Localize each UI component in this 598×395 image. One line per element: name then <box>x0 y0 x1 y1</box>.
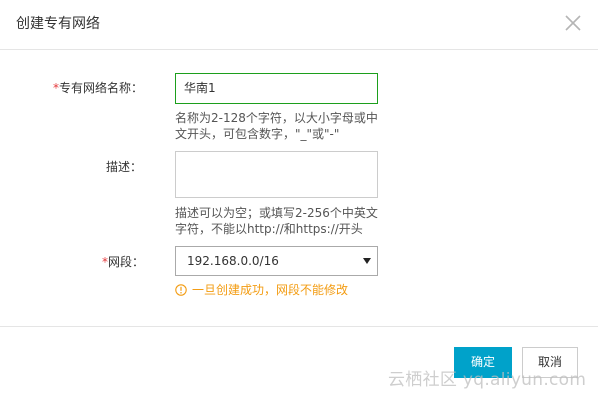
vpc-name-input[interactable]: 华南1 <box>175 73 378 104</box>
segment-warning: 一旦创建成功，网段不能修改 <box>175 282 348 300</box>
vpc-name-hint: 名称为2-128个字符，以大小字母或中文开头，可包含数字，"_"或"-" <box>175 111 378 141</box>
close-icon[interactable] <box>564 14 582 32</box>
segment-warning-text: 一旦创建成功，网段不能修改 <box>192 283 349 297</box>
footer-divider <box>0 326 598 327</box>
segment-select[interactable]: 192.168.0.0/16 <box>175 246 378 276</box>
segment-label: *网段： <box>102 255 145 269</box>
create-vpc-dialog: 创建专有网络 *专有网络名称： 华南1 名称为2-128个字符，以大小字母或中文… <box>0 0 598 395</box>
warning-icon <box>175 284 187 300</box>
watermark: 云栖社区 yq.aliyun.com <box>388 370 587 390</box>
dropdown-caret-icon <box>363 258 371 264</box>
dialog-header: 创建专有网络 <box>0 0 598 50</box>
description-label: 描述： <box>106 160 143 174</box>
description-textarea[interactable] <box>175 151 378 198</box>
description-hint: 描述可以为空；或填写2-256个中英文字符，不能以http://和https:/… <box>175 206 378 236</box>
segment-selected-value: 192.168.0.0/16 <box>187 254 279 268</box>
dialog-title: 创建专有网络 <box>16 16 100 32</box>
vpc-name-label: *专有网络名称： <box>53 81 144 95</box>
